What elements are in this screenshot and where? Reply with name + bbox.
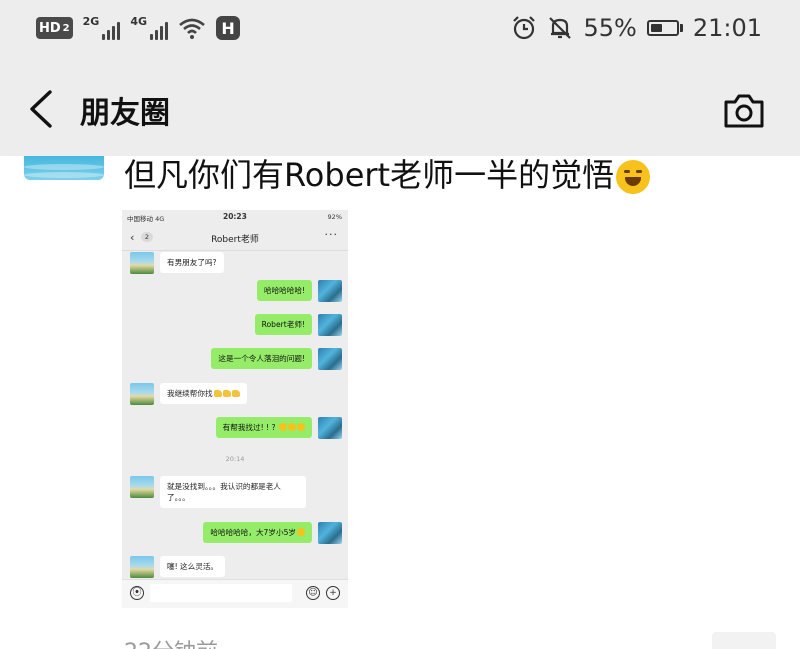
image-more-icon: ··· bbox=[324, 228, 338, 241]
image-status-bar: 中国移动 4G 20:23 92% bbox=[122, 210, 348, 224]
laugh-emoji-icon bbox=[297, 423, 305, 431]
hd-label: HD bbox=[39, 20, 61, 36]
post-image[interactable]: 中国移动 4G 20:23 92% ‹ 2 Robert老师 ··· 有男朋友了… bbox=[122, 210, 348, 608]
post-time: 22分钟前 bbox=[124, 634, 218, 649]
net1-gen-label: 2G bbox=[82, 15, 100, 28]
image-battery: 92% bbox=[327, 213, 342, 221]
contact-avatar bbox=[130, 252, 154, 274]
alarm-icon bbox=[513, 16, 536, 40]
moments-feed: 但凡你们有Robert老师一半的觉悟 中国移动 4G 20:23 92% ‹ 2… bbox=[0, 156, 800, 649]
image-time: 20:23 bbox=[223, 212, 247, 221]
message-bubble: 这是一个令人落泪的问题! bbox=[211, 348, 312, 369]
battery-percent: 55% bbox=[583, 14, 637, 42]
page-title: 朋友圈 bbox=[80, 96, 170, 131]
contact-avatar bbox=[130, 476, 154, 498]
contact-avatar bbox=[130, 556, 154, 578]
flexed-biceps-icon bbox=[213, 390, 222, 397]
message-bubble: 我继续帮你找 bbox=[160, 383, 247, 404]
laugh-emoji-icon bbox=[279, 423, 287, 431]
clock: 21:01 bbox=[692, 14, 762, 42]
hd-sub: 2 bbox=[62, 22, 70, 34]
battery-icon bbox=[646, 20, 683, 36]
hd-badge: HD 2 bbox=[36, 17, 73, 39]
self-avatar bbox=[318, 280, 342, 302]
flexed-biceps-icon bbox=[231, 390, 240, 397]
self-avatar bbox=[318, 314, 342, 336]
message-text: 我继续帮你找 bbox=[167, 389, 213, 398]
message-bubble: 有帮我找过! ! ? bbox=[215, 417, 312, 438]
chat-message: 这是一个令人落泪的问题! bbox=[205, 348, 342, 370]
chat-message: 就是没找到。。。我认识的都是老人了。。。 bbox=[130, 476, 312, 508]
laugh-emoji-icon bbox=[297, 528, 305, 536]
post-more-button[interactable]: •• bbox=[712, 632, 776, 649]
back-button[interactable] bbox=[22, 86, 62, 132]
camera-button[interactable] bbox=[722, 90, 766, 130]
self-avatar bbox=[318, 522, 342, 544]
signal-4g-icon: 4G bbox=[130, 15, 169, 40]
laugh-emoji-icon bbox=[288, 423, 296, 431]
image-message-field bbox=[150, 584, 292, 602]
image-chat-header: ‹ 2 Robert老师 ··· bbox=[122, 224, 348, 251]
image-input-bar: ⦿ ☺ + bbox=[122, 579, 348, 608]
emoji-icon: ☺ bbox=[306, 586, 320, 600]
status-bar: HD 2 2G 4G H 55% 21:01 bbox=[0, 0, 800, 62]
status-left: HD 2 2G 4G H bbox=[36, 15, 241, 40]
wifi-icon bbox=[179, 18, 205, 39]
message-bubble: Robert老师! bbox=[254, 314, 312, 335]
chat-message: 哈哈哈哈哈，大7岁小5岁 bbox=[197, 522, 342, 544]
self-avatar bbox=[318, 348, 342, 370]
net2-gen-label: 4G bbox=[130, 15, 148, 28]
message-text: 哈哈哈哈哈，大7岁小5岁 bbox=[210, 528, 296, 537]
ellipsis-icon: •• bbox=[732, 644, 760, 649]
message-bubble: 有男朋友了吗? bbox=[160, 252, 224, 273]
h-badge: H bbox=[216, 16, 241, 40]
voice-icon: ⦿ bbox=[130, 586, 144, 600]
plus-icon: + bbox=[326, 586, 340, 600]
contact-avatar bbox=[130, 383, 154, 405]
post-text: 但凡你们有Robert老师一半的觉悟 bbox=[124, 156, 651, 196]
signal-2g-icon: 2G bbox=[82, 15, 121, 40]
message-bubble: 哈哈哈哈哈! bbox=[256, 280, 312, 301]
self-avatar bbox=[318, 417, 342, 439]
avatar[interactable] bbox=[24, 156, 104, 180]
chevron-left-icon bbox=[30, 90, 52, 128]
image-chat-title: Robert老师 bbox=[211, 235, 259, 245]
message-bubble: 噻! 这么灵活。 bbox=[160, 556, 226, 577]
status-right: 55% 21:01 bbox=[511, 14, 762, 42]
image-carrier: 中国移动 4G bbox=[127, 215, 165, 223]
chat-timestamp: 20:14 bbox=[225, 455, 245, 463]
message-bubble: 就是没找到。。。我认识的都是老人了。。。 bbox=[160, 476, 306, 508]
chat-message: Robert老师! bbox=[249, 314, 342, 336]
chat-message: 噻! 这么灵活。 bbox=[130, 556, 231, 578]
flexed-biceps-icon bbox=[222, 390, 231, 397]
bell-off-icon bbox=[549, 17, 572, 39]
chat-message: 哈哈哈哈哈! bbox=[251, 280, 342, 302]
nav-bar: 朋友圈 bbox=[0, 62, 800, 156]
chat-message: 我继续帮你找 bbox=[130, 383, 253, 405]
chat-message: 有帮我找过! ! ? bbox=[210, 417, 342, 439]
post-text-content: 但凡你们有Robert老师一半的觉悟 bbox=[124, 156, 615, 194]
message-bubble: 哈哈哈哈哈，大7岁小5岁 bbox=[203, 522, 312, 543]
rofl-emoji-icon bbox=[616, 160, 651, 194]
message-text: 有帮我找过! ! ? bbox=[222, 423, 276, 432]
chat-message: 有男朋友了吗? bbox=[130, 252, 230, 274]
battery-fill bbox=[650, 24, 663, 32]
